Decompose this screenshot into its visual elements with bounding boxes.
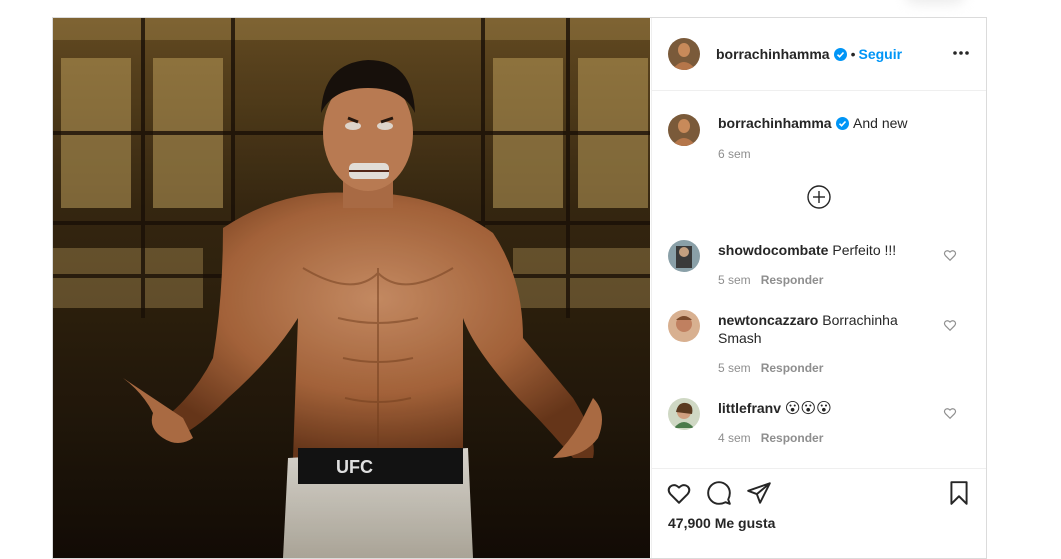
comment-time[interactable]: 4 sem	[718, 431, 751, 445]
header-line: borrachinhamma • Seguir	[716, 46, 902, 66]
commenter-avatar[interactable]	[668, 398, 700, 430]
commenter-avatar[interactable]	[668, 240, 700, 272]
reply-button[interactable]: Responder	[761, 431, 824, 445]
post-photo[interactable]: UFC	[53, 18, 650, 558]
comment-bubble-icon[interactable]	[706, 480, 732, 506]
reply-button[interactable]: Responder	[761, 361, 824, 375]
caption: borrachinhamma And new	[718, 115, 908, 135]
caption-time[interactable]: 6 sem	[718, 147, 751, 161]
author-username[interactable]: borrachinhamma	[716, 46, 830, 62]
fighter-photo-image: UFC	[53, 18, 650, 558]
verified-badge-icon	[835, 117, 849, 135]
follow-button[interactable]: Seguir	[859, 46, 903, 62]
like-comment-heart-icon[interactable]	[943, 318, 957, 332]
like-comment-heart-icon[interactable]	[943, 406, 957, 420]
reply-button[interactable]: Responder	[761, 273, 824, 287]
comment-time[interactable]: 5 sem	[718, 361, 751, 375]
post-side-panel: borrachinhamma • Seguir borrachinhamma And…	[651, 18, 986, 558]
separator-dot: •	[850, 46, 856, 62]
caption-username[interactable]: borrachinhamma	[718, 115, 832, 131]
comment-username[interactable]: newtoncazzaro	[718, 312, 818, 328]
comment-username[interactable]: showdocombate	[718, 242, 828, 258]
comment-meta: 5 sem Responder	[718, 273, 823, 287]
comment-meta: 5 sem Responder	[718, 361, 823, 375]
commenter-avatar[interactable]	[668, 310, 700, 342]
save-bookmark-icon[interactable]	[946, 480, 972, 506]
post-header: borrachinhamma • Seguir	[652, 18, 986, 91]
comment-text: 😮😮😮	[784, 399, 832, 417]
likes-count[interactable]: 47,900 Me gusta	[668, 515, 775, 531]
comment-time[interactable]: 5 sem	[718, 273, 751, 287]
load-more-comments-icon[interactable]	[806, 184, 832, 210]
comment-body: littlefranv 😮😮😮	[718, 399, 928, 417]
post-modal: UFC borrachinhamma • Seguir borrachinhamma…	[52, 17, 987, 559]
caption-avatar[interactable]	[668, 114, 700, 146]
comment-username[interactable]: littlefranv	[718, 400, 781, 416]
verified-badge-icon	[833, 48, 847, 66]
comment-body: showdocombate Perfeito !!!	[718, 241, 928, 259]
post-actions: 47,900 Me gusta	[652, 468, 986, 558]
comment-meta: 4 sem Responder	[718, 431, 823, 445]
like-heart-icon[interactable]	[666, 480, 692, 506]
top-shadow	[905, 0, 965, 4]
author-avatar[interactable]	[668, 38, 700, 70]
like-comment-heart-icon[interactable]	[943, 248, 957, 262]
comment-text: Perfeito !!!	[832, 242, 897, 258]
comment-body: newtoncazzaro Borrachinha Smash	[718, 311, 928, 347]
share-paper-plane-icon[interactable]	[746, 480, 772, 506]
more-options-icon[interactable]	[952, 44, 970, 62]
caption-text: And new	[853, 115, 908, 131]
